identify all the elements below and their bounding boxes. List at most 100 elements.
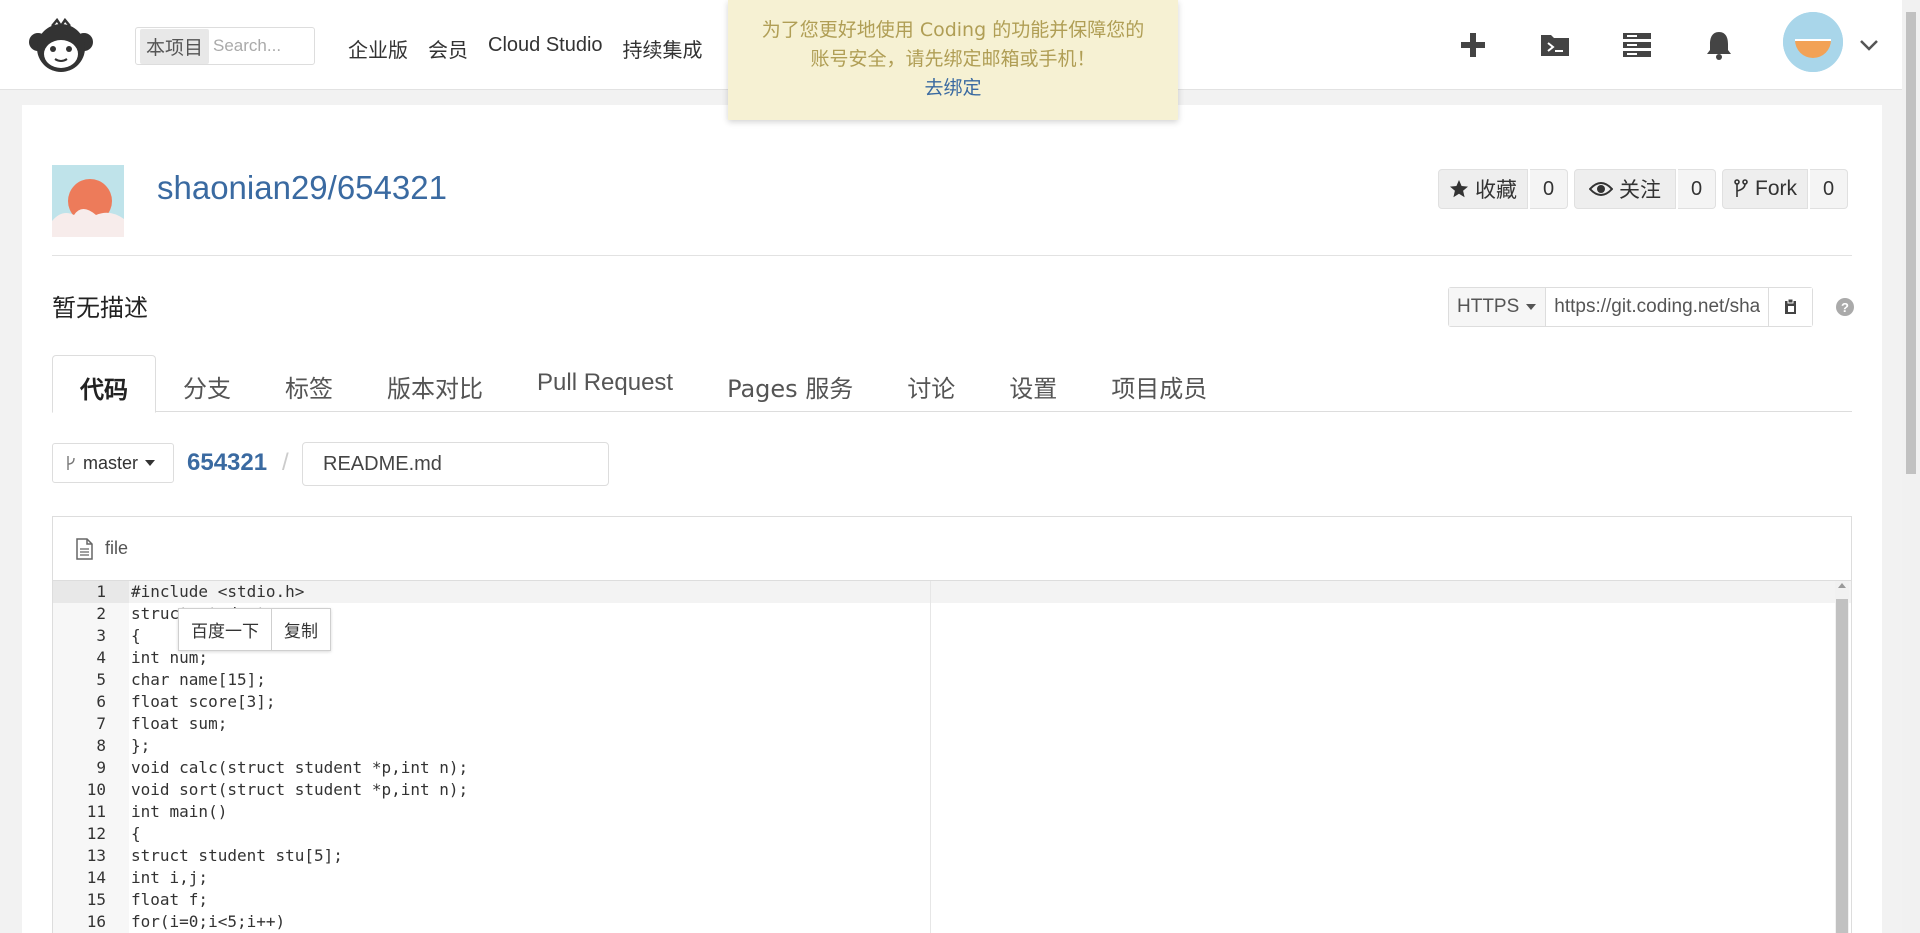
code-text: { [131, 626, 141, 645]
code-line[interactable]: 12{ [53, 823, 1851, 845]
branch-name: master [83, 452, 139, 473]
nav-enterprise[interactable]: 企业版 [348, 34, 408, 63]
code-line[interactable]: 7 float sum; [53, 713, 1851, 735]
code-line[interactable]: 8}; [53, 735, 1851, 757]
search-scope-tag[interactable]: 本项目 [140, 28, 210, 64]
branch-selector[interactable]: master [52, 443, 174, 483]
selection-popup: 百度一下 复制 [178, 608, 331, 651]
code-text: int i,j; [131, 868, 209, 887]
breadcrumb-separator: / [282, 449, 289, 476]
clipboard-icon [1784, 298, 1796, 314]
code-text: #include <stdio.h> [131, 582, 305, 601]
tab-branches[interactable]: 分支 [156, 355, 258, 412]
line-number: 6 [53, 691, 129, 713]
code-text: float sum; [131, 714, 228, 733]
editor-scrollbar[interactable] [1835, 581, 1849, 933]
help-icon[interactable]: ? [1834, 296, 1856, 318]
eye-icon [1589, 182, 1613, 196]
bell-icon[interactable] [1701, 28, 1737, 62]
code-line[interactable]: 15 float f; [53, 889, 1851, 911]
line-number: 11 [53, 801, 129, 823]
nav-membership[interactable]: 会员 [428, 34, 468, 63]
watch-button[interactable]: 关注 [1574, 169, 1676, 209]
breadcrumb-repo[interactable]: 654321 [187, 449, 267, 477]
star-count[interactable]: 0 [1530, 169, 1569, 209]
watch-count[interactable]: 0 [1678, 169, 1717, 209]
tab-pull-request[interactable]: Pull Request [510, 355, 700, 412]
tab-discussion[interactable]: 讨论 [880, 355, 982, 412]
server-stack-icon[interactable] [1619, 28, 1655, 62]
chevron-down-icon[interactable] [1858, 34, 1880, 56]
clone-url-input[interactable] [1546, 288, 1769, 326]
fork-button[interactable]: Fork [1722, 169, 1808, 209]
coding-monkey-logo[interactable] [26, 18, 96, 74]
branch-icon [67, 456, 75, 470]
fork-count[interactable]: 0 [1810, 169, 1849, 209]
code-text: for(i=0;i<5;i++) [131, 912, 286, 931]
folder-terminal-icon[interactable] [1537, 28, 1573, 62]
code-text: struct student stu[5]; [131, 846, 343, 865]
star-group: 收藏 0 [1438, 169, 1569, 209]
tab-compare[interactable]: 版本对比 [360, 355, 510, 412]
user-avatar[interactable] [1783, 12, 1843, 72]
code-line[interactable]: 10 void sort(struct student *p,int n); [53, 779, 1851, 801]
repo-avatar[interactable] [52, 165, 124, 237]
code-line[interactable]: 11 int main() [53, 801, 1851, 823]
editor-scrollbar-thumb[interactable] [1836, 599, 1848, 933]
global-search[interactable]: 本项目 [135, 27, 315, 65]
nav-ci[interactable]: 持续集成 [623, 34, 703, 63]
clone-protocol-label: HTTPS [1457, 296, 1520, 317]
code-line[interactable]: 5 char name[15]; [53, 669, 1851, 691]
code-line[interactable]: 1 #include <stdio.h> [53, 581, 1851, 603]
bind-account-link[interactable]: 去绑定 [728, 74, 1178, 103]
star-button[interactable]: 收藏 [1438, 169, 1528, 209]
page-scrollbar-thumb[interactable] [1906, 12, 1916, 474]
code-line[interactable]: 9 void calc(struct student *p,int n); [53, 757, 1851, 779]
code-line[interactable]: 13 struct student stu[5]; [53, 845, 1851, 867]
line-number: 14 [53, 867, 129, 889]
filename-input[interactable] [302, 442, 609, 486]
repo-title-link[interactable]: shaonian29/654321 [157, 169, 447, 207]
nav-cloud-studio[interactable]: Cloud Studio [488, 34, 603, 63]
code-text: void sort(struct student *p,int n); [131, 780, 469, 799]
tab-members[interactable]: 项目成员 [1084, 355, 1234, 412]
star-icon [1450, 180, 1468, 198]
tab-pages[interactable]: Pages 服务 [700, 355, 880, 412]
notice-line-1: 为了您更好地使用 Coding 的功能并保障您的 [761, 19, 1145, 41]
line-number: 15 [53, 889, 129, 911]
plus-icon[interactable] [1455, 28, 1491, 62]
tab-tags[interactable]: 标签 [258, 355, 360, 412]
tab-settings[interactable]: 设置 [982, 355, 1084, 412]
line-number: 7 [53, 713, 129, 735]
header-divider [52, 255, 1852, 256]
line-number: 12 [53, 823, 129, 845]
file-icon [76, 537, 93, 560]
code-line[interactable]: 6 float score[3]; [53, 691, 1851, 713]
search-input[interactable] [213, 36, 314, 56]
tab-code[interactable]: 代码 [52, 355, 156, 413]
fork-group: Fork 0 [1722, 169, 1849, 209]
file-type-label: file [105, 538, 129, 558]
caret-down-icon [145, 460, 156, 466]
line-number: 5 [53, 669, 129, 691]
copy-url-button[interactable] [1768, 288, 1813, 326]
copy-button[interactable]: 复制 [271, 609, 330, 650]
code-line[interactable]: 16 for(i=0;i<5;i++) [53, 911, 1851, 933]
line-number: 13 [53, 845, 129, 867]
code-text: char name[15]; [131, 670, 266, 689]
file-panel-header: file [53, 517, 1851, 581]
fork-icon [1734, 179, 1748, 197]
repo-card: shaonian29/654321 收藏 0 关注 0 Fork 0 暂无描述 … [22, 105, 1882, 933]
baidu-search-button[interactable]: 百度一下 [179, 609, 271, 650]
code-text: float score[3]; [131, 692, 276, 711]
page-scrollbar[interactable] [1902, 0, 1920, 933]
svg-text:?: ? [1841, 300, 1849, 315]
code-line[interactable]: 14 int i,j; [53, 867, 1851, 889]
line-number: 3 [53, 625, 129, 647]
scroll-up-arrow-icon[interactable] [1838, 583, 1846, 588]
bind-account-notice: 为了您更好地使用 Coding 的功能并保障您的 账号安全，请先绑定邮箱或手机！… [728, 0, 1178, 120]
line-number: 2 [53, 603, 129, 625]
code-text: float f; [131, 890, 209, 909]
clone-protocol-select[interactable]: HTTPS [1449, 288, 1547, 326]
line-number: 8 [53, 735, 129, 757]
